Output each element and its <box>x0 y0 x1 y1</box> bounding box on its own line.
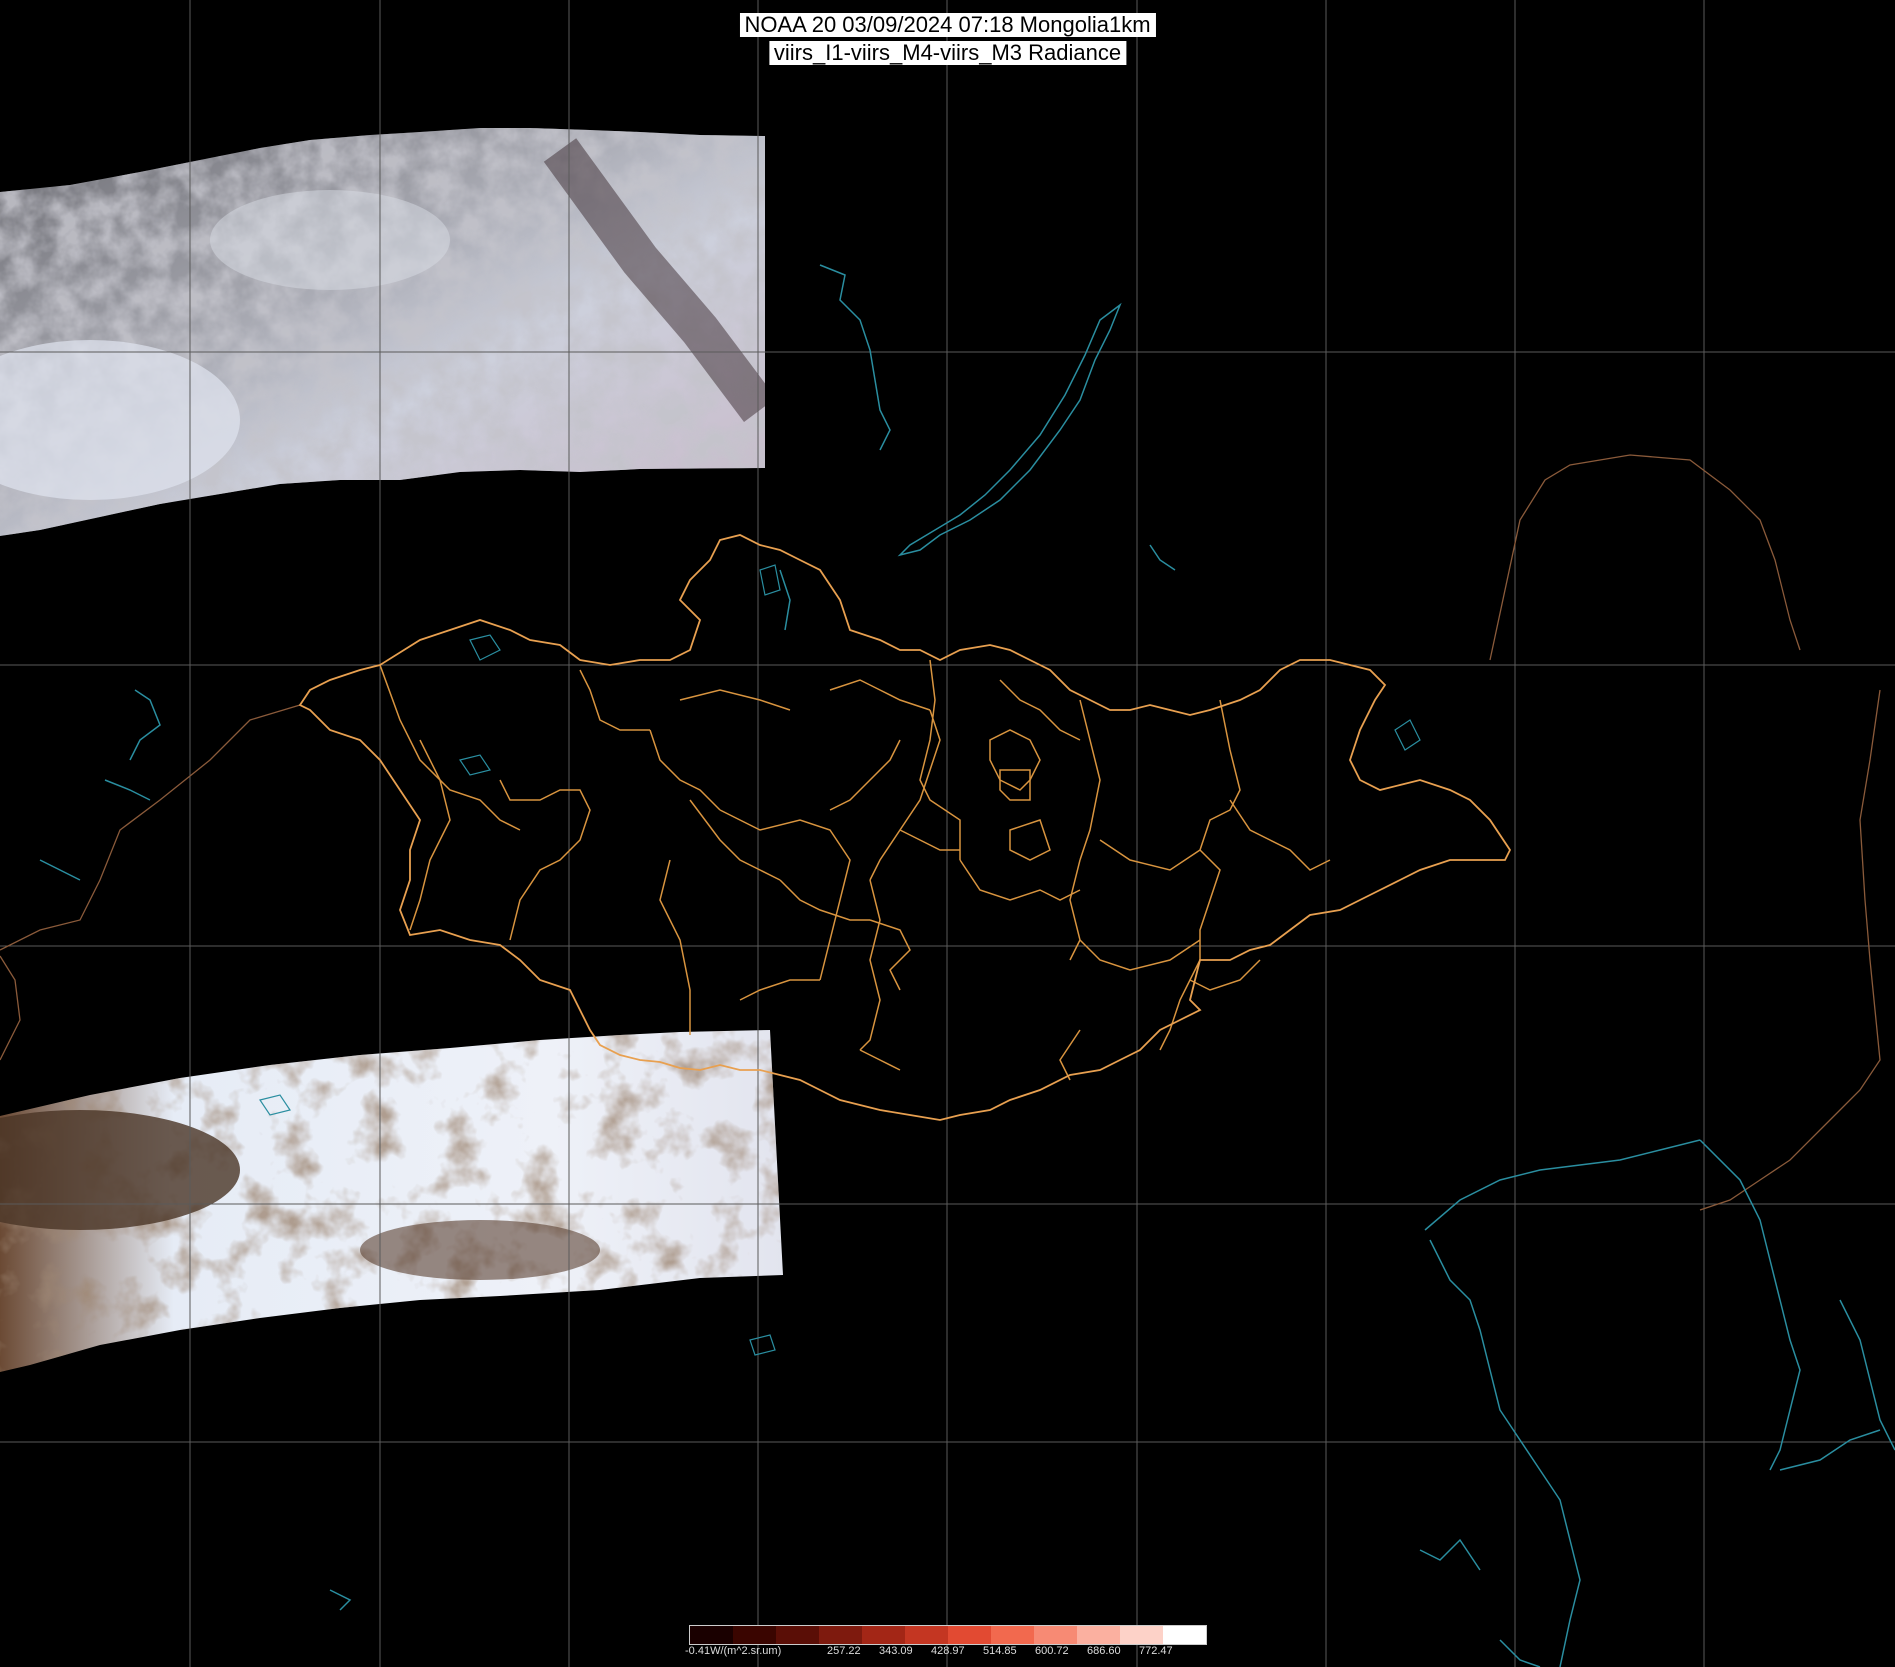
colorbar-segment <box>905 1626 948 1644</box>
colorbar-label-1: 257.22 <box>827 1645 861 1657</box>
colorbar-segment <box>690 1626 733 1644</box>
radiance-colorbar: -0.41W/(m^2.sr.um) 257.22 343.09 428.97 … <box>685 1625 1207 1663</box>
colorbar-segment <box>1034 1626 1077 1644</box>
colorbar-label-4: 514.85 <box>983 1645 1017 1657</box>
colorbar-gradient <box>689 1625 1207 1645</box>
colorbar-segment <box>991 1626 1034 1644</box>
colorbar-segment <box>776 1626 819 1644</box>
colorbar-label-2: 343.09 <box>879 1645 913 1657</box>
colorbar-segment <box>1163 1626 1206 1644</box>
satellite-map <box>0 0 1895 1667</box>
colorbar-segment <box>733 1626 776 1644</box>
colorbar-segment <box>1077 1626 1120 1644</box>
colorbar-segment <box>862 1626 905 1644</box>
colorbar-label-7: 772.47 <box>1139 1645 1173 1657</box>
colorbar-segment <box>948 1626 991 1644</box>
colorbar-segment <box>819 1626 862 1644</box>
map-title-line1: NOAA 20 03/09/2024 07:18 Mongolia1km <box>739 13 1156 37</box>
colorbar-label-6: 686.60 <box>1087 1645 1121 1657</box>
colorbar-label-0: -0.41W/(m^2.sr.um) <box>685 1645 782 1657</box>
map-title-line2: viirs_I1-viirs_M4-viirs_M3 Radiance <box>768 41 1127 65</box>
colorbar-segment <box>1120 1626 1163 1644</box>
colorbar-label-5: 600.72 <box>1035 1645 1069 1657</box>
colorbar-label-3: 428.97 <box>931 1645 965 1657</box>
